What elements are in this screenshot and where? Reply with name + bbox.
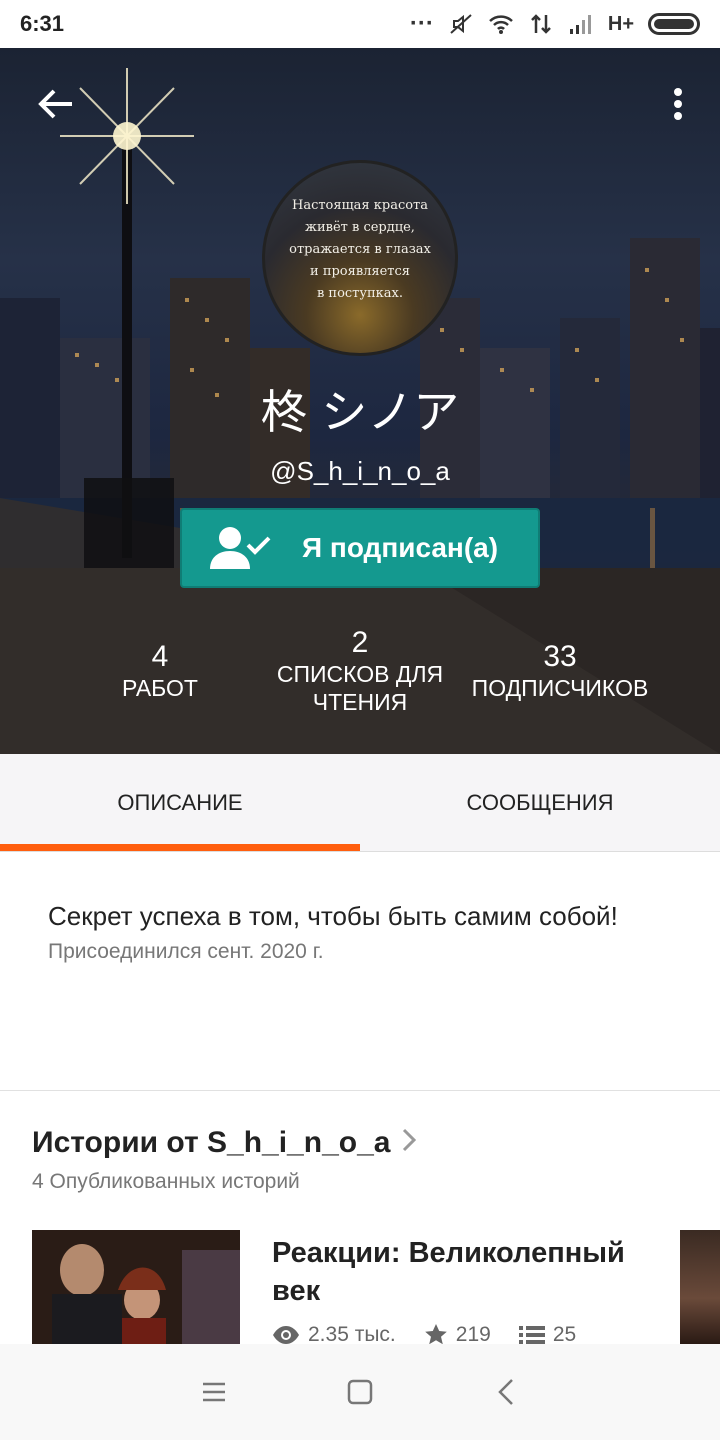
network-type: H+	[607, 12, 634, 35]
data-arrows-icon	[530, 14, 551, 34]
nav-home-button[interactable]	[342, 1374, 378, 1410]
bio-text: Секрет успеха в том, чтобы быть самим со…	[48, 901, 618, 931]
battery-icon	[648, 13, 700, 35]
nav-menu-button[interactable]	[196, 1374, 232, 1410]
nav-menu-icon	[203, 1382, 225, 1402]
stories-count: 4 Опубликованных историй	[32, 1170, 300, 1193]
story-cover-next[interactable]	[680, 1230, 720, 1344]
avatar[interactable]: Настоящая красота живёт в сердце, отража…	[262, 160, 458, 356]
status-icons: ··· H+	[410, 10, 700, 38]
back-arrow-icon	[38, 89, 72, 119]
user-check-icon	[210, 527, 271, 569]
stat-followers[interactable]: 33 ПОДПИСЧИКОВ	[460, 640, 660, 702]
profile-name: 柊 シノア	[260, 385, 460, 439]
profile-handle: @S_h_i_n_o_a	[270, 456, 450, 486]
status-time: 6:31	[20, 11, 65, 36]
chevron-right-icon	[402, 1127, 417, 1159]
profile-tabs: ОПИСАНИЕ СООБЩЕНИЯ	[0, 754, 720, 852]
system-nav-bar	[0, 1344, 720, 1440]
dots-icon: ···	[409, 10, 434, 37]
stories-header[interactable]: Истории от S_h_i_n_o_a	[32, 1126, 417, 1160]
stat-reading-lists[interactable]: 2 СПИСКОВ ДЛЯ ЧТЕНИЯ	[260, 626, 460, 716]
stat-works[interactable]: 4 РАБОТ	[100, 640, 220, 702]
follow-button-label: Я подписан(а)	[302, 532, 499, 563]
tab-description[interactable]: ОПИСАНИЕ	[0, 754, 360, 851]
story-cover[interactable]	[32, 1230, 240, 1344]
mute-icon	[450, 14, 472, 34]
joined-date: Присоединился сент. 2020 г.	[48, 940, 324, 963]
story-title[interactable]: Реакции: Великолепный век	[272, 1234, 672, 1310]
description-section: Секрет успеха в том, чтобы быть самим со…	[48, 896, 668, 964]
back-button[interactable]	[30, 78, 82, 130]
eye-icon	[273, 1326, 299, 1344]
stories-title: Истории от S_h_i_n_o_a	[32, 1126, 391, 1159]
more-vert-icon	[674, 88, 682, 96]
list-icon	[518, 1326, 545, 1344]
nav-back-button[interactable]	[488, 1374, 524, 1410]
section-divider	[0, 1090, 720, 1091]
status-bar: 6:31 ··· H+	[0, 0, 720, 48]
story-cover-image	[32, 1230, 240, 1344]
more-options-button[interactable]	[662, 82, 694, 126]
tab-messages[interactable]: СООБЩЕНИЯ	[360, 754, 720, 851]
follow-button[interactable]: Я подписан(а)	[180, 508, 540, 588]
nav-back-icon	[498, 1379, 513, 1405]
nav-home-icon	[347, 1379, 373, 1405]
profile-header: Настоящая красота живёт в сердце, отража…	[0, 48, 720, 754]
wifi-icon	[489, 15, 513, 34]
avatar-quote: Настоящая красота живёт в сердце, отража…	[289, 198, 431, 301]
signal-icon	[569, 15, 591, 34]
